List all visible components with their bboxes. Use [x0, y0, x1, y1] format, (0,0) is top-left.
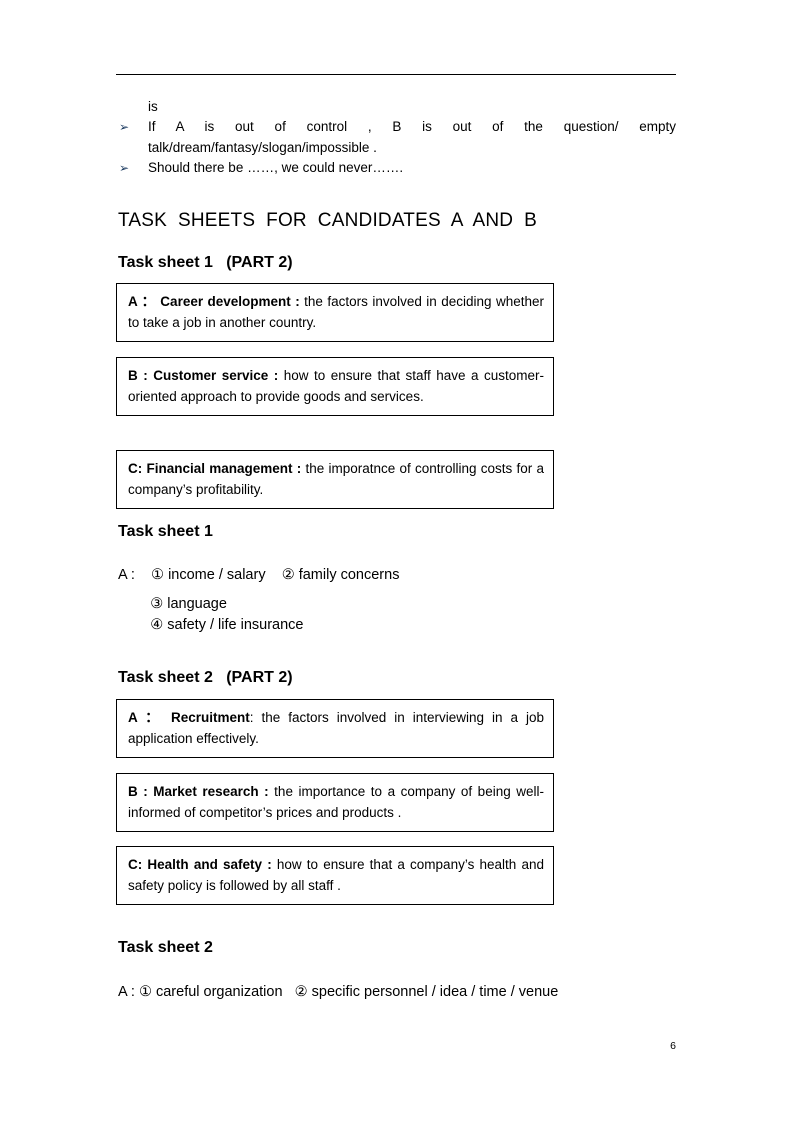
task-box-label: C: Health and safety :	[128, 857, 272, 872]
orphan-line: is	[148, 99, 158, 114]
list-item: ➢ If A is out of control , B is out of t…	[116, 117, 676, 158]
task-box-1c: C: Financial management : the imporatnce…	[116, 450, 554, 509]
answer-line: A : ① careful organization ② specific pe…	[118, 984, 559, 1000]
task-box-label: C: Financial management :	[128, 461, 302, 476]
header-rule	[116, 74, 676, 75]
answer-heading-task-sheet-1: Task sheet 1	[118, 523, 213, 540]
task-box-label: B : Market research :	[128, 784, 269, 799]
answer-line: ④ safety / life insurance	[118, 617, 304, 633]
answer-block-1: A : ① income / salary ② family concerns …	[118, 565, 399, 636]
page-title: TASK SHEETS FOR CANDIDATES A AND B	[118, 210, 538, 231]
arrow-bullet-icon: ➢	[119, 120, 130, 134]
list-item-text: If A is out of control , B is out of the…	[148, 119, 676, 155]
task-box-label: A ： Recruitment	[128, 710, 250, 725]
task-box-2c: C: Health and safety : how to ensure tha…	[116, 846, 554, 905]
list-item-text: Should there be ……, we could never…….	[148, 160, 404, 175]
list-item: ➢ Should there be ……, we could never…….	[116, 158, 676, 179]
section-heading-task-sheet-1: Task sheet 1 (PART 2)	[118, 254, 293, 271]
task-box-2a: A ： Recruitment: the factors involved in…	[116, 699, 554, 758]
answer-block-2: A : ① careful organization ② specific pe…	[118, 982, 558, 1003]
document-page: is ➢ If A is out of control , B is out o…	[0, 0, 794, 1123]
section-heading-task-sheet-2: Task sheet 2 (PART 2)	[118, 669, 293, 686]
task-box-1b: B : Customer service : how to ensure tha…	[116, 357, 554, 416]
answer-heading-task-sheet-2: Task sheet 2	[118, 939, 213, 956]
task-box-1a: A ： Career development : the factors inv…	[116, 283, 554, 342]
task-box-2b: B : Market research : the importance to …	[116, 773, 554, 832]
answer-line: ③ language	[118, 596, 227, 612]
answer-line: A : ① income / salary ② family concerns	[118, 567, 400, 583]
page-number: 6	[670, 1040, 676, 1052]
task-box-label: B : Customer service :	[128, 368, 279, 383]
task-box-label: A ： Career development :	[128, 294, 300, 309]
intro-bullet-block: is ➢ If A is out of control , B is out o…	[116, 97, 676, 179]
arrow-bullet-icon: ➢	[119, 161, 130, 175]
